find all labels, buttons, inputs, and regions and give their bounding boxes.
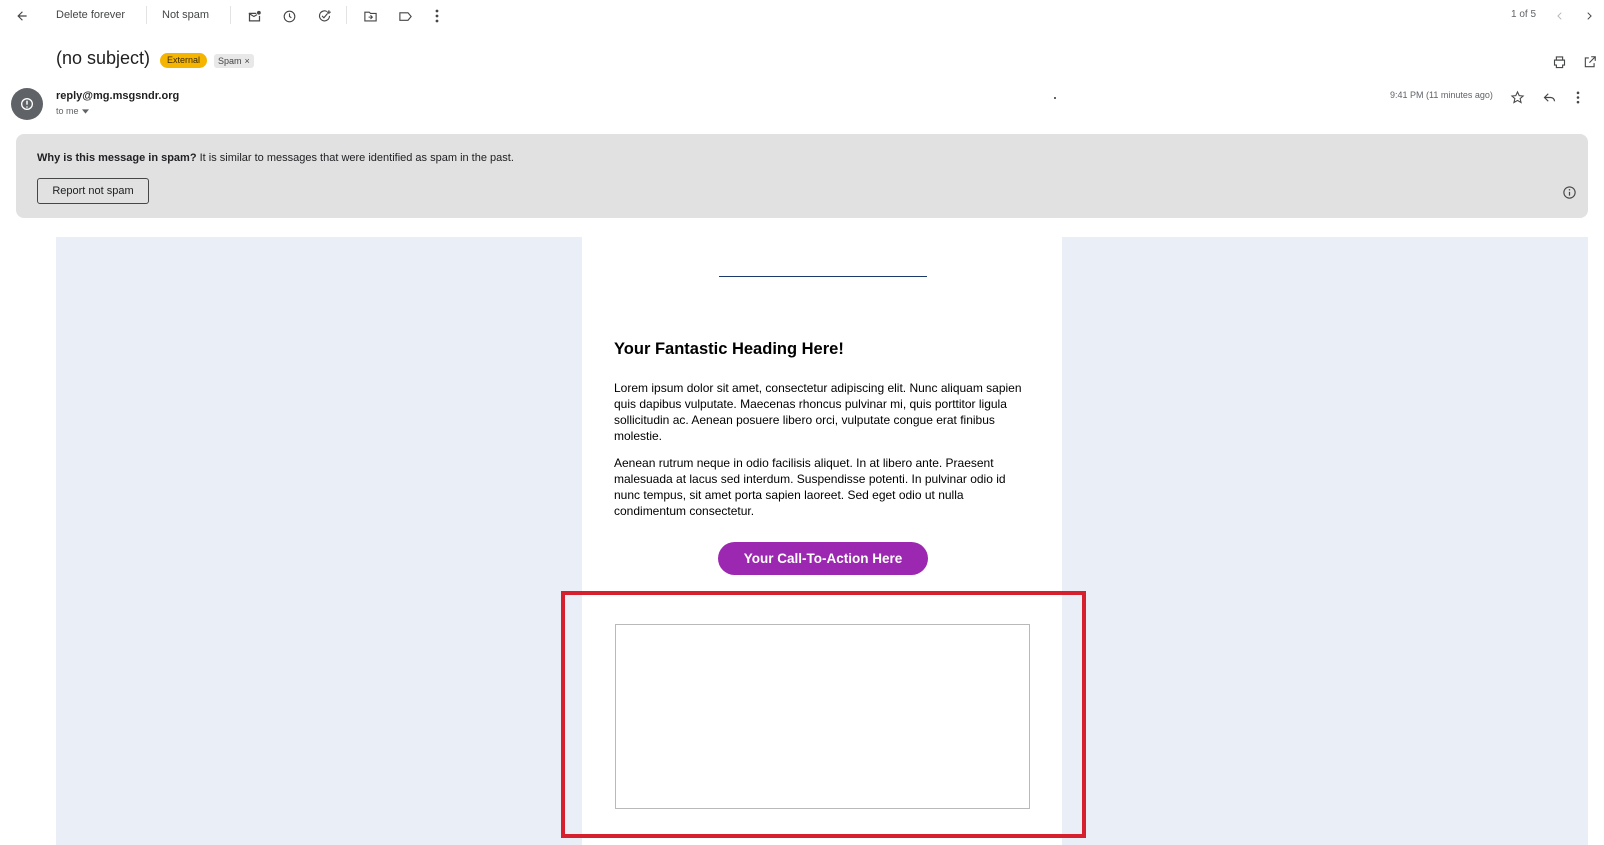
spam-label-text: Spam bbox=[218, 56, 242, 66]
older-button[interactable] bbox=[1581, 6, 1597, 26]
add-task-icon bbox=[318, 9, 331, 21]
external-badge: External bbox=[160, 53, 208, 68]
move-to-button[interactable] bbox=[360, 6, 380, 26]
newer-button[interactable] bbox=[1552, 6, 1568, 26]
snooze-icon bbox=[283, 10, 295, 22]
chevron-right-icon bbox=[1587, 12, 1592, 20]
message-more-button[interactable] bbox=[1576, 91, 1580, 104]
star-icon bbox=[1510, 90, 1525, 104]
remove-label-icon[interactable]: × bbox=[245, 54, 250, 68]
more-vert-icon bbox=[435, 9, 439, 23]
back-button[interactable] bbox=[12, 6, 32, 26]
print-button[interactable] bbox=[1552, 55, 1567, 70]
highlight-annotation-box bbox=[561, 591, 1086, 838]
more-options-button[interactable] bbox=[430, 6, 444, 26]
recipient-text: to me bbox=[56, 106, 79, 116]
toolbar: Delete forever Not spam 1 of 5 bbox=[0, 0, 1604, 30]
toolbar-divider bbox=[146, 6, 147, 24]
email-paragraph-2: Aenean rutrum neque in odio facilisis al… bbox=[614, 456, 1006, 518]
banner-info-button[interactable] bbox=[1562, 185, 1577, 200]
info-icon bbox=[1563, 186, 1576, 199]
spam-question: Why is this message in spam? bbox=[37, 152, 197, 164]
toolbar-divider bbox=[346, 6, 347, 24]
reply-icon bbox=[1543, 93, 1556, 102]
message-subject: (no subject) bbox=[56, 48, 151, 68]
toolbar-divider bbox=[230, 6, 231, 24]
email-paragraph-1: Lorem ipsum dolor sit amet, consectetur … bbox=[614, 381, 1022, 443]
spam-explanation: It is similar to messages that were iden… bbox=[199, 152, 514, 164]
label-icon bbox=[398, 11, 412, 21]
header-divider bbox=[719, 276, 927, 277]
reply-button[interactable] bbox=[1542, 90, 1557, 105]
mark-unread-icon bbox=[248, 10, 261, 21]
sender-email: reply@mg.msgsndr.org bbox=[56, 90, 180, 102]
message-timestamp: 9:41 PM (11 minutes ago) bbox=[1390, 90, 1493, 100]
report-not-spam-button[interactable]: Report not spam bbox=[37, 178, 149, 204]
spam-warning-banner bbox=[16, 134, 1588, 218]
recipient-details[interactable]: to me bbox=[56, 106, 89, 116]
add-task-button[interactable] bbox=[314, 6, 334, 26]
label-button[interactable] bbox=[395, 6, 415, 26]
not-spam-button[interactable]: Not spam bbox=[162, 8, 209, 22]
snooze-button[interactable] bbox=[279, 6, 299, 26]
spam-reason: Why is this message in spam? It is simil… bbox=[37, 152, 514, 164]
mark-unread-button[interactable] bbox=[244, 6, 264, 26]
spam-label-chip: Spam × bbox=[214, 54, 254, 68]
more-vert-icon bbox=[1576, 91, 1580, 104]
print-icon bbox=[1553, 56, 1566, 69]
email-heading: Your Fantastic Heading Here! bbox=[614, 340, 844, 358]
open-new-window-button[interactable] bbox=[1583, 55, 1597, 69]
chevron-left-icon bbox=[1557, 12, 1562, 20]
warning-info-icon bbox=[21, 98, 33, 110]
open-in-new-icon bbox=[1584, 56, 1596, 68]
move-to-icon bbox=[363, 11, 377, 21]
delete-forever-button[interactable]: Delete forever bbox=[56, 8, 125, 22]
sender-avatar bbox=[11, 88, 43, 120]
caret-down-icon bbox=[81, 108, 89, 114]
call-to-action-button[interactable]: Your Call-To-Action Here bbox=[718, 542, 928, 575]
arrow-back-icon bbox=[17, 11, 27, 21]
pager-count: 1 of 5 bbox=[1511, 9, 1537, 20]
star-button[interactable] bbox=[1510, 90, 1525, 105]
stray-dot bbox=[1054, 97, 1056, 99]
